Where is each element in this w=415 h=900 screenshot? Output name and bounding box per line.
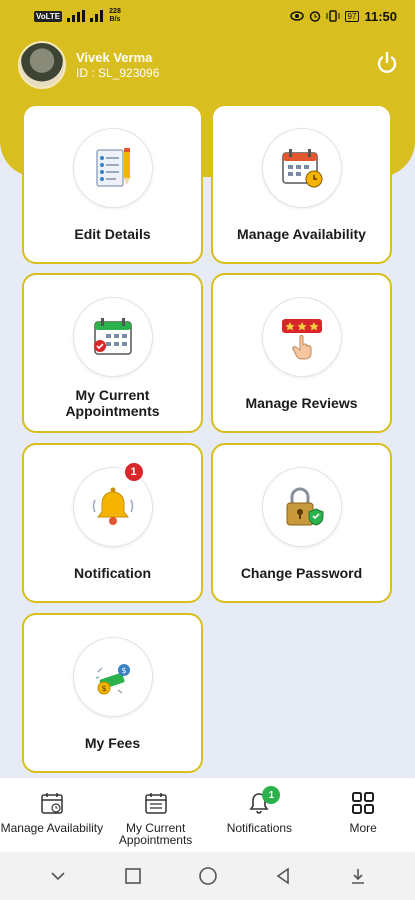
tile-icon-circle xyxy=(261,128,342,208)
tile-icon-circle xyxy=(72,128,153,208)
bell-icon xyxy=(92,487,133,525)
square-icon xyxy=(124,868,141,884)
grid-icon xyxy=(350,790,376,816)
battery-icon: 97 xyxy=(344,10,360,22)
vibrate-icon xyxy=(326,10,340,22)
system-navigation-bar xyxy=(0,852,415,900)
tile-icon-circle xyxy=(261,297,342,377)
tile-my-fees[interactable]: $ $ My Fees xyxy=(22,613,203,773)
pull-down-icon xyxy=(351,869,364,884)
nav-label: More xyxy=(349,821,377,835)
eye-comfort-icon xyxy=(289,11,304,21)
avatar[interactable] xyxy=(18,41,66,89)
tile-notification[interactable]: 1 Notification xyxy=(22,443,203,603)
tile-label: Notification xyxy=(74,565,151,581)
circle-icon xyxy=(198,867,217,885)
logout-button[interactable] xyxy=(374,50,400,76)
nav-label: Manage Availability xyxy=(0,821,104,835)
nav-notifications[interactable]: 1 Notifications xyxy=(208,778,312,834)
collapse-button[interactable] xyxy=(46,864,70,888)
tile-label: Edit Details xyxy=(74,226,151,242)
calendar-list-icon xyxy=(143,790,169,816)
status-bar: VoLTE 228 B/s 97 11:50 xyxy=(0,0,415,32)
profile-section[interactable]: Vivek Verma ID : SL_923096 xyxy=(18,41,159,89)
volte-chip: VoLTE xyxy=(34,10,63,22)
padlock-shield-icon xyxy=(286,487,323,526)
tile-label: Change Password xyxy=(240,565,363,581)
nav-label: Notifications xyxy=(226,821,293,835)
tile-label: Manage Reviews xyxy=(245,395,358,411)
tile-change-password[interactable]: Change Password xyxy=(211,443,392,603)
power-icon xyxy=(377,51,397,73)
alarm-icon xyxy=(309,11,320,22)
calendar-check-icon xyxy=(93,318,132,355)
bell-icon: 1 xyxy=(246,786,281,816)
network-speed: 228 B/s xyxy=(109,8,121,24)
status-left: VoLTE 228 B/s xyxy=(34,8,121,24)
signal-icon-2 xyxy=(90,10,104,22)
status-right: 97 11:50 xyxy=(289,8,397,24)
calendar-clock-icon xyxy=(281,149,322,188)
tile-manage-reviews[interactable]: Manage Reviews xyxy=(211,273,392,433)
chevron-down-icon xyxy=(50,872,65,881)
back-button[interactable] xyxy=(271,864,295,888)
tile-label: My Current Appointments xyxy=(65,387,160,419)
home-button[interactable] xyxy=(196,864,220,888)
checklist-pencil-icon xyxy=(95,148,130,187)
nav-manage-availability[interactable]: Manage Availability xyxy=(0,778,104,834)
tile-label: My Fees xyxy=(84,735,141,751)
notification-shade-button[interactable] xyxy=(346,864,370,888)
tile-manage-availability[interactable]: Manage Availability xyxy=(211,104,392,264)
nav-my-current-appointments[interactable]: My Current Appointments xyxy=(104,778,208,846)
coins-money-icon: $ $ xyxy=(95,664,130,695)
svg-text:$: $ xyxy=(101,684,106,693)
notification-badge: 1 xyxy=(123,462,144,482)
user-name: Vivek Verma xyxy=(76,50,153,65)
tile-icon-circle: 1 xyxy=(72,462,153,547)
svg-text:$: $ xyxy=(121,666,126,675)
tile-icon-circle xyxy=(261,467,342,547)
tile-my-current-appointments[interactable]: My Current Appointments xyxy=(22,273,203,433)
nav-notification-badge: 1 xyxy=(262,786,281,804)
clock: 11:50 xyxy=(364,8,397,24)
nav-label: My Current Appointments xyxy=(118,821,193,847)
tile-icon-circle xyxy=(72,297,153,377)
tile-icon-circle: $ $ xyxy=(72,637,153,717)
recents-button[interactable] xyxy=(121,864,145,888)
user-id: ID : SL_923096 xyxy=(76,66,160,80)
calendar-icon xyxy=(39,790,65,816)
star-rating-icon xyxy=(281,319,322,360)
tile-edit-details[interactable]: Edit Details xyxy=(22,104,203,264)
user-info: Vivek Verma ID : SL_923096 xyxy=(76,50,159,80)
nav-more[interactable]: More xyxy=(311,778,415,834)
speed-unit: B/s xyxy=(109,16,121,23)
triangle-back-icon xyxy=(276,867,289,885)
bottom-navigation: Manage Availability My Current Appointme… xyxy=(0,778,415,852)
speed-value: 228 xyxy=(109,8,121,15)
signal-icon xyxy=(67,10,86,22)
tile-label: Manage Availability xyxy=(237,226,366,242)
